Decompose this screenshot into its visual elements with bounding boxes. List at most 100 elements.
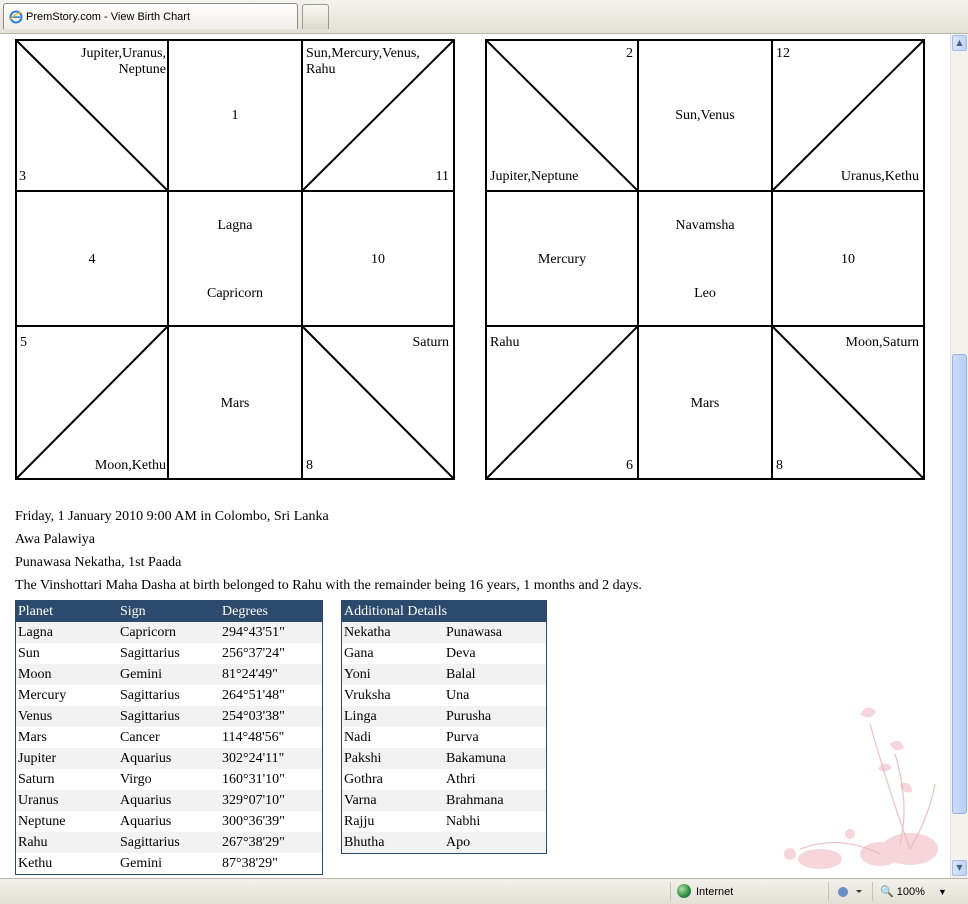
detail-row: Rajju Nabhi xyxy=(341,811,547,832)
detail-value: Nabhi xyxy=(444,811,547,832)
planet-sign: Gemini xyxy=(118,853,220,875)
detail-row: Varna Brahmana xyxy=(341,790,547,811)
planets-table: Planet Sign Degrees Lagna Capricorn 294°43… xyxy=(15,600,323,875)
rasi-cell-5-planets: Moon,Kethu xyxy=(94,458,166,473)
detail-row: Yoni Balal xyxy=(341,664,547,685)
detail-label: Linga xyxy=(341,706,444,727)
rasi-center-sign: Capricorn xyxy=(207,286,263,301)
rasi-center-title: Lagna xyxy=(217,218,253,233)
detail-row: Vruksha Una xyxy=(341,685,547,706)
planet-sign: Aquarius xyxy=(118,811,220,832)
birth-day-name: Awa Palawiya xyxy=(15,532,95,547)
planet-sign: Capricorn xyxy=(118,622,220,643)
scroll-thumb[interactable] xyxy=(952,354,967,814)
planet-name: Venus xyxy=(15,706,118,727)
details-table-body: Nekatha Punawasa Gana Deva Yoni Balal Vruksha U… xyxy=(341,622,547,854)
navamsha-cell-8-number: 8 xyxy=(776,458,783,473)
scroll-up-button[interactable]: ▲ xyxy=(952,35,967,51)
browser-tab-title: PremStory.com - View Birth Chart xyxy=(26,11,191,23)
planet-sign: Sagittarius xyxy=(118,643,220,664)
planet-name: Moon xyxy=(15,664,118,685)
rasi-chart: Jupiter,Uranus, Neptune 3 1 Sun,Mercury,… xyxy=(15,39,455,480)
planets-col-planet: Planet xyxy=(15,600,118,622)
navamsha-cell-2-planets: Jupiter,Neptune xyxy=(490,169,579,184)
detail-label: Gothra xyxy=(341,769,444,790)
rasi-cell-11-planets: Sun,Mercury,Venus, Rahu xyxy=(306,46,420,77)
planets-table-body: Lagna Capricorn 294°43'51" Sun Sagittarius 25… xyxy=(15,622,323,875)
planet-degrees: 264°51'48" xyxy=(220,685,323,706)
planet-name: Saturn xyxy=(15,769,118,790)
globe-icon xyxy=(677,884,691,898)
planet-name: Mars xyxy=(15,727,118,748)
page-content: Jupiter,Uranus, Neptune 3 1 Sun,Mercury,… xyxy=(0,34,950,878)
detail-value: Deva xyxy=(444,643,547,664)
planet-degrees: 329°07'10" xyxy=(220,790,323,811)
navamsha-center-title: Navamsha xyxy=(675,218,735,233)
navamsha-cell-8-planets: Moon,Saturn xyxy=(845,335,920,350)
planet-degrees: 300°36'39" xyxy=(220,811,323,832)
detail-row: Linga Purusha xyxy=(341,706,547,727)
zoom-level: 100% xyxy=(896,886,925,898)
status-separator xyxy=(670,882,671,901)
detail-row: Gana Deva xyxy=(341,643,547,664)
rasi-cell-10: 10 xyxy=(371,252,385,267)
detail-value: Apo xyxy=(444,832,547,854)
detail-value: Brahmana xyxy=(444,790,547,811)
navamsha-cell-12-number: 12 xyxy=(776,46,790,61)
planets-col-sign: Sign xyxy=(118,600,220,622)
vertical-scrollbar[interactable]: ▲ ▼ xyxy=(950,34,968,878)
planet-sign: Aquarius xyxy=(118,790,220,811)
detail-label: Vruksha xyxy=(341,685,444,706)
rasi-cell-8-number: 8 xyxy=(306,458,313,473)
rasi-cell-11-number: 11 xyxy=(435,169,449,184)
detail-value: Athri xyxy=(444,769,547,790)
detail-row: Gothra Athri xyxy=(341,769,547,790)
ie-icon xyxy=(9,10,23,24)
planet-row: Jupiter Aquarius 302°24'11" xyxy=(15,748,323,769)
detail-label: Gana xyxy=(341,643,444,664)
planet-row: Saturn Virgo 160°31'10" xyxy=(15,769,323,790)
details-table: Additional Details Nekatha Punawasa Gana De… xyxy=(341,600,547,854)
planet-name: Lagna xyxy=(15,622,118,643)
detail-row: Nadi Purva xyxy=(341,727,547,748)
birth-nekatha: Punawasa Nekatha, 1st Paada xyxy=(15,555,182,570)
birth-datetime: Friday, 1 January 2010 9:00 AM in Colomb… xyxy=(15,509,329,524)
planet-row: Lagna Capricorn 294°43'51" xyxy=(15,622,323,643)
detail-label: Nadi xyxy=(341,727,444,748)
planet-sign: Sagittarius xyxy=(118,706,220,727)
zoom-icon: 🔍 xyxy=(880,886,894,898)
detail-value: Punawasa xyxy=(444,622,547,643)
planet-degrees: 302°24'11" xyxy=(220,748,323,769)
planet-name: Sun xyxy=(15,643,118,664)
planet-sign: Gemini xyxy=(118,664,220,685)
navamsha-cell-2-number: 2 xyxy=(626,46,633,61)
planet-row: Mars Cancer 114°48'56" xyxy=(15,727,323,748)
security-zone-label: Internet xyxy=(696,886,734,898)
details-table-header: Additional Details xyxy=(341,600,547,622)
rasi-cell-4: 4 xyxy=(88,252,96,267)
detail-label: Bhutha xyxy=(341,832,444,854)
navamsha-center-sign: Leo xyxy=(694,286,716,301)
navamsha-cell-6-planets: Rahu xyxy=(490,335,520,350)
planet-name: Rahu xyxy=(15,832,118,853)
planet-degrees: 87°38'29" xyxy=(220,853,323,875)
protected-mode-icon[interactable] xyxy=(836,885,866,899)
chevron-down-icon[interactable]: ▼ xyxy=(938,887,947,897)
planet-row: Neptune Aquarius 300°36'39" xyxy=(15,811,323,832)
detail-value: Una xyxy=(444,685,547,706)
planet-sign: Aquarius xyxy=(118,748,220,769)
planet-row: Moon Gemini 81°24'49" xyxy=(15,664,323,685)
browser-tab-active[interactable]: PremStory.com - View Birth Chart xyxy=(3,3,298,29)
detail-row: Nekatha Punawasa xyxy=(341,622,547,643)
scroll-down-button[interactable]: ▼ xyxy=(952,860,967,876)
planet-sign: Sagittarius xyxy=(118,832,220,853)
zoom-control[interactable]: 🔍 100% ▼ xyxy=(880,883,947,901)
new-tab-button[interactable] xyxy=(302,4,329,29)
planet-name: Uranus xyxy=(15,790,118,811)
navamsha-cell-10: 10 xyxy=(841,252,855,267)
maha-dasha-text: The Vinshottari Maha Dasha at birth belo… xyxy=(15,578,642,593)
planets-col-degrees: Degrees xyxy=(220,600,323,622)
navamsha-chart: 2 Jupiter,Neptune Sun,Venus 12 Uranus,Ke… xyxy=(485,39,925,480)
details-title: Additional Details xyxy=(341,600,547,622)
planet-degrees: 254°03'38" xyxy=(220,706,323,727)
